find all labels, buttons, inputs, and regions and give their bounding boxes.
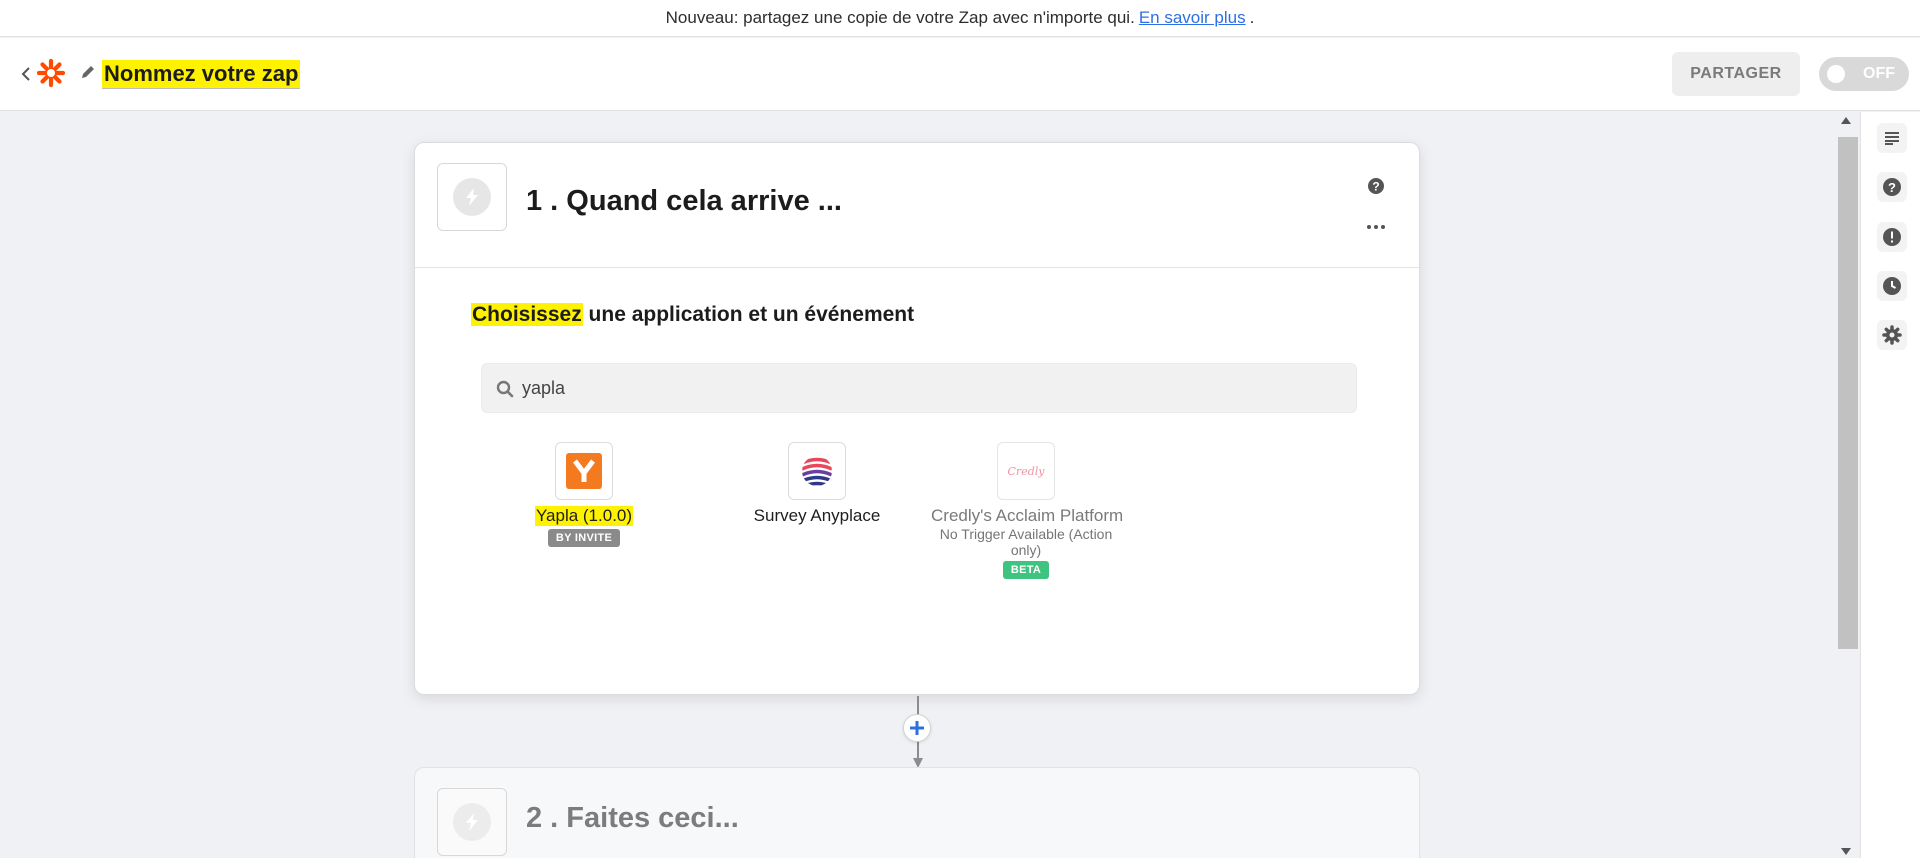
- trigger-step-title: 1 . Quand cela arrive ...: [526, 185, 842, 217]
- invite-badge: BY INVITE: [547, 529, 621, 547]
- choose-rest: une application et un événement: [582, 303, 915, 326]
- trigger-step-icon: [437, 163, 507, 231]
- gear-icon: [1882, 325, 1902, 345]
- app-tile: Credly: [997, 442, 1055, 500]
- svg-text:?: ?: [1888, 180, 1896, 195]
- exclamation-circle-icon: [1883, 228, 1901, 246]
- back-button[interactable]: [16, 62, 36, 86]
- help-button[interactable]: ?: [1877, 172, 1907, 202]
- step-help-icon[interactable]: ?: [1367, 177, 1385, 195]
- banner-trailing: .: [1249, 8, 1255, 27]
- banner-text: Nouveau: partagez une copie de votre Zap…: [665, 8, 1135, 27]
- app-search-input[interactable]: [522, 364, 1342, 412]
- alerts-button[interactable]: [1877, 222, 1907, 252]
- app-result-survey-anyplace[interactable]: Survey Anyplace: [737, 442, 897, 526]
- app-result-yapla[interactable]: Yapla (1.0.0) BY INVITE: [519, 442, 649, 547]
- list-icon: [1885, 132, 1899, 145]
- zap-name-field[interactable]: Nommez votre zap: [102, 60, 301, 89]
- beta-badge: BETA: [1002, 561, 1050, 579]
- app-name: Credly's Acclaim Platform: [931, 506, 1124, 525]
- svg-text:?: ?: [1372, 180, 1379, 194]
- action-step-icon: [437, 788, 507, 856]
- action-step-card[interactable]: 2 . Faites ceci...: [414, 767, 1420, 858]
- pencil-icon[interactable]: [80, 64, 96, 80]
- plus-icon: [910, 721, 924, 735]
- action-step-title: 2 . Faites ceci...: [526, 802, 739, 834]
- survey-anyplace-logo-icon: [802, 456, 832, 486]
- app-tile: [555, 442, 613, 500]
- lightning-icon: [466, 813, 478, 831]
- app-name: Yapla (1.0.0): [534, 506, 634, 526]
- toggle-label: OFF: [1863, 65, 1895, 82]
- right-sidebar: ?: [1860, 112, 1920, 858]
- more-options-icon[interactable]: [1365, 223, 1387, 231]
- learn-more-link[interactable]: En savoir plus: [1139, 8, 1246, 28]
- announcement-banner: Nouveau: partagez une copie de votre Zap…: [0, 0, 1920, 37]
- app-subtitle: No Trigger Available (Action only): [939, 526, 1113, 558]
- choose-highlight: Choisissez: [471, 303, 583, 326]
- toggle-knob: [1827, 65, 1845, 83]
- scrollbar-thumb[interactable]: [1838, 137, 1858, 649]
- credly-logo-icon: Credly: [1008, 465, 1046, 478]
- history-button[interactable]: [1877, 271, 1907, 301]
- yapla-logo-icon: [566, 453, 602, 489]
- app-result-credly[interactable]: Credly Credly's Acclaim Platform No Trig…: [931, 442, 1124, 579]
- outline-button[interactable]: [1877, 123, 1907, 153]
- editor-header: Nommez votre zap PARTAGER OFF: [0, 38, 1920, 111]
- add-step-button[interactable]: [903, 714, 931, 742]
- share-button[interactable]: PARTAGER: [1672, 52, 1800, 96]
- settings-button[interactable]: [1877, 320, 1907, 350]
- clock-icon: [1883, 277, 1901, 295]
- zapier-logo-icon: [36, 58, 66, 88]
- search-icon: [496, 380, 514, 398]
- chevron-left-icon: [21, 67, 30, 81]
- zap-on-off-toggle[interactable]: OFF: [1819, 57, 1909, 91]
- trigger-step-header[interactable]: 1 . Quand cela arrive ... ?: [415, 143, 1419, 268]
- scroll-up-arrow-icon[interactable]: [1841, 117, 1851, 124]
- choose-app-heading: Choisissez une application et un événeme…: [471, 303, 914, 327]
- app-tile: [788, 442, 846, 500]
- trigger-step-card: 1 . Quand cela arrive ... ? Choisissez u…: [414, 142, 1420, 695]
- svg-text:Credly: Credly: [1008, 465, 1046, 478]
- question-circle-icon: ?: [1883, 178, 1901, 196]
- app-search-box[interactable]: [481, 363, 1357, 413]
- app-name: Survey Anyplace: [753, 506, 881, 525]
- lightning-icon: [466, 188, 478, 206]
- scroll-down-arrow-icon[interactable]: [1841, 848, 1851, 855]
